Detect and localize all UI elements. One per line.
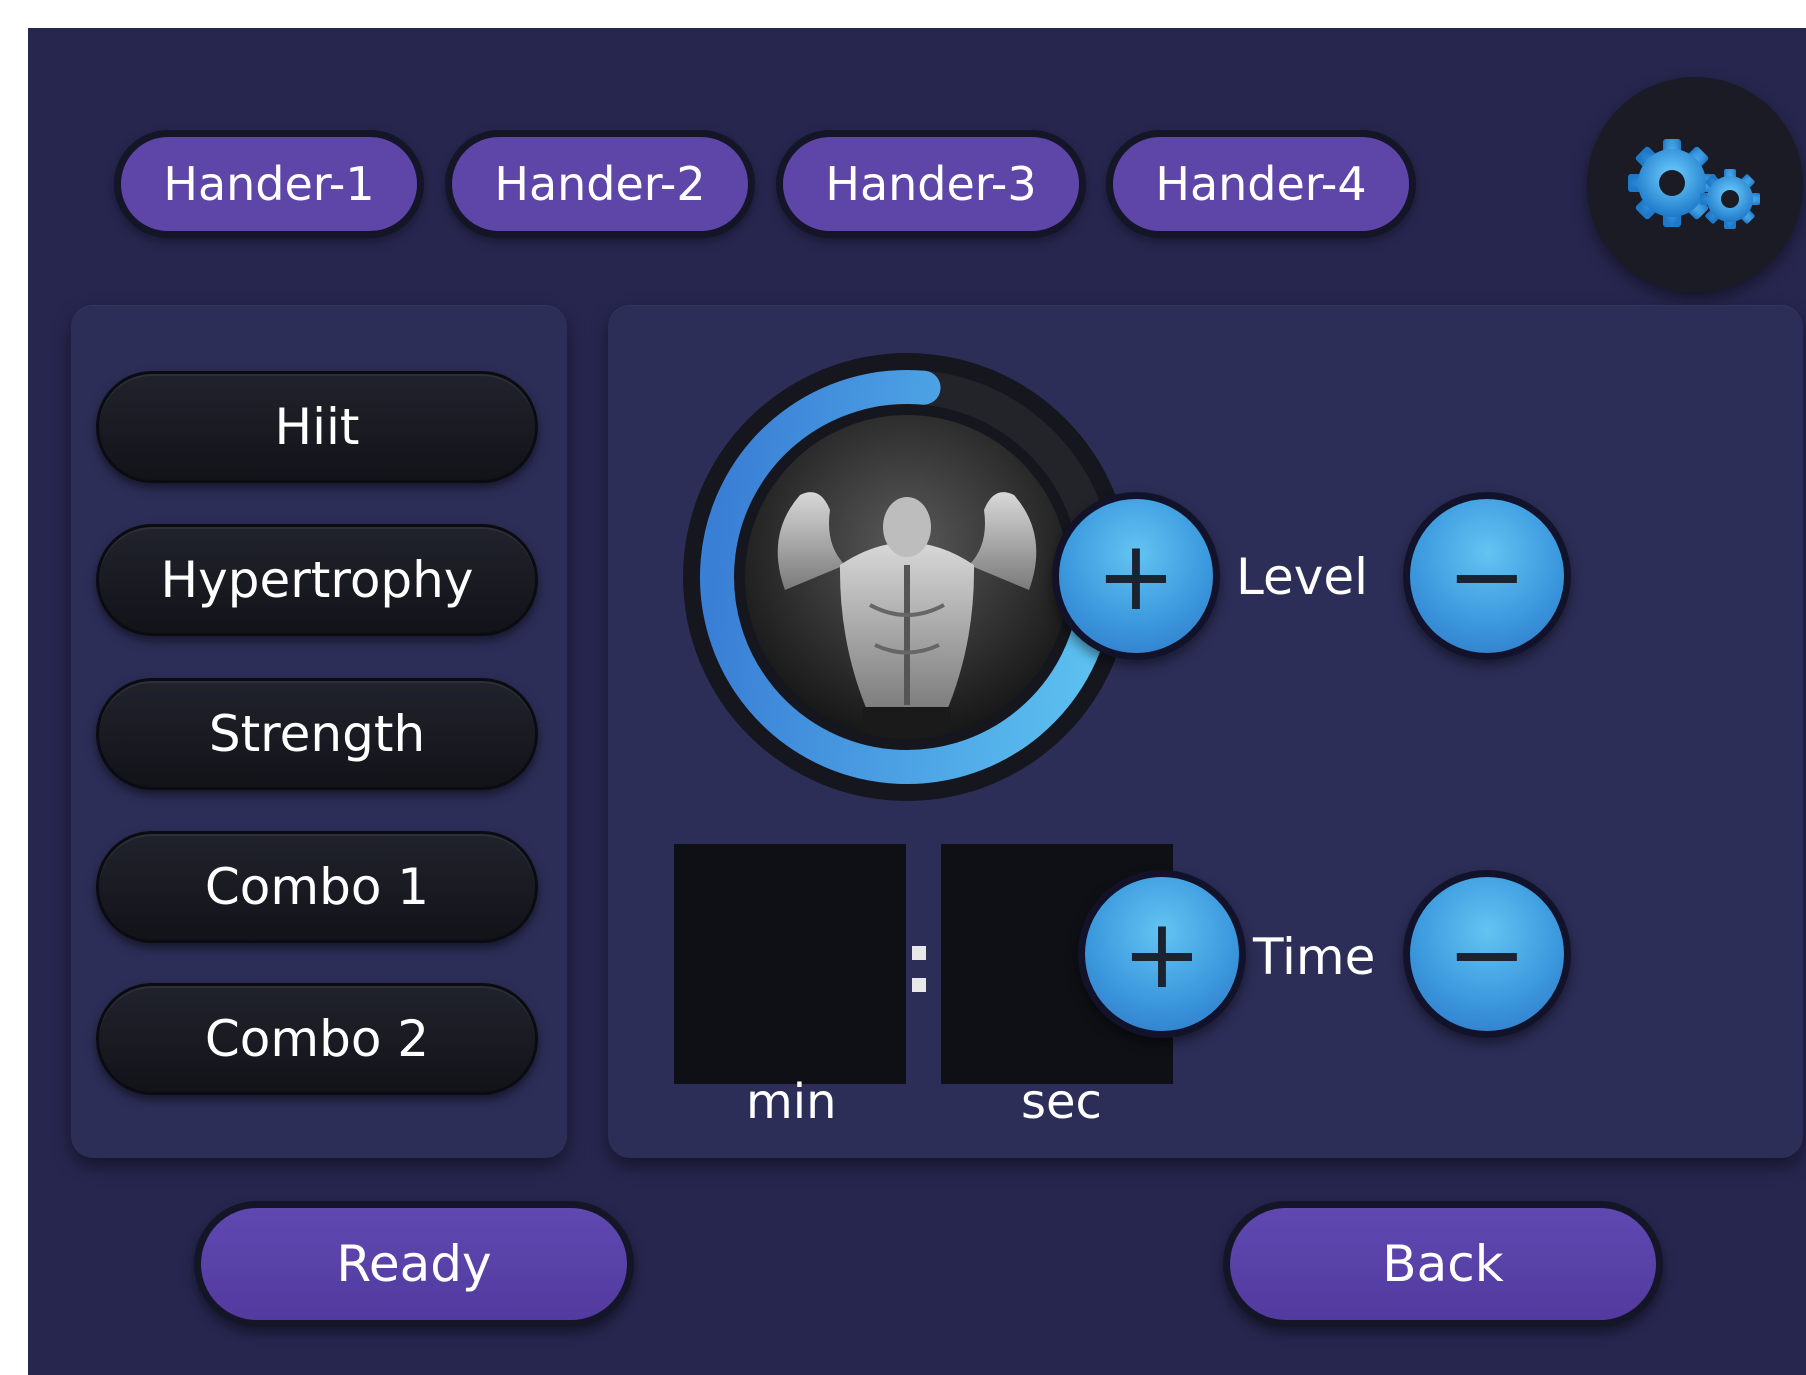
level-minus-button[interactable]: − bbox=[1403, 492, 1571, 660]
time-minus-button[interactable]: − bbox=[1403, 870, 1571, 1038]
gears-icon bbox=[1628, 139, 1760, 229]
mode-combo-1-button[interactable]: Combo 1 bbox=[96, 831, 538, 943]
mode-hiit-button[interactable]: Hiit bbox=[96, 371, 538, 483]
time-plus-button[interactable]: + bbox=[1078, 870, 1246, 1038]
minutes-display bbox=[674, 844, 906, 1084]
time-label: Time bbox=[1253, 928, 1376, 986]
mode-hypertrophy-button[interactable]: Hypertrophy bbox=[96, 524, 538, 636]
minutes-unit-label: min bbox=[746, 1074, 837, 1130]
settings-button[interactable] bbox=[1587, 77, 1803, 293]
mode-strength-button[interactable]: Strength bbox=[96, 678, 538, 790]
athlete-photo bbox=[745, 415, 1069, 739]
app-screen: Hander-1 Hander-2 Hander-3 Hander-4 Hiit… bbox=[28, 28, 1806, 1375]
time-colon bbox=[908, 928, 928, 1008]
tab-hander-1[interactable]: Hander-1 bbox=[114, 130, 424, 238]
seconds-unit-label: sec bbox=[1021, 1074, 1102, 1130]
ready-button[interactable]: Ready bbox=[194, 1201, 634, 1327]
back-button[interactable]: Back bbox=[1223, 1201, 1663, 1327]
tab-hander-4[interactable]: Hander-4 bbox=[1106, 130, 1416, 238]
level-label: Level bbox=[1236, 548, 1368, 606]
mode-combo-2-button[interactable]: Combo 2 bbox=[96, 983, 538, 1095]
tab-hander-3[interactable]: Hander-3 bbox=[776, 130, 1086, 238]
level-plus-button[interactable]: + bbox=[1052, 492, 1220, 660]
tab-hander-2[interactable]: Hander-2 bbox=[445, 130, 755, 238]
